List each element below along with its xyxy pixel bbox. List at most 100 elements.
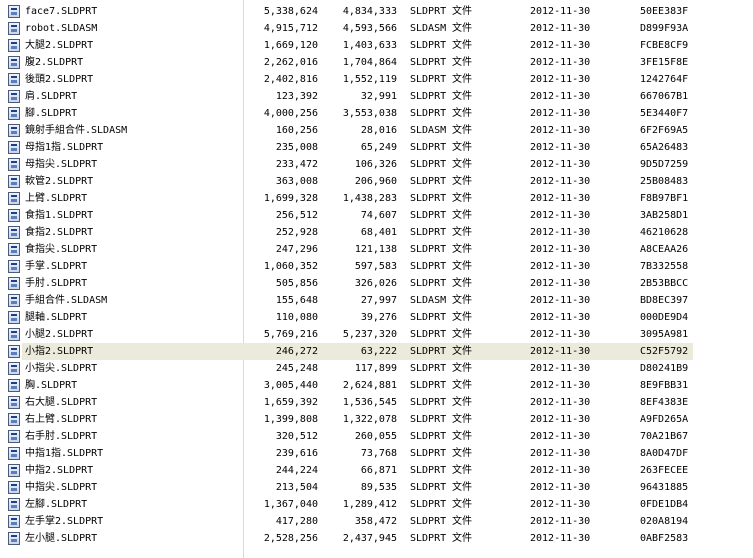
modified-date: 2012-11-30 xyxy=(530,431,591,442)
file-row[interactable]: 中指2.SLDPRT 244,224 66,871 SLDPRT 2012-11-30 2… xyxy=(0,462,753,479)
file-name: 母指1指.SLDPRT xyxy=(25,142,104,153)
file-type: SLDPRT xyxy=(410,346,447,357)
file-row[interactable]: 手組合件.SLDASM 155,648 27,997 SLDASM 2012-11-30… xyxy=(0,292,753,309)
file-row[interactable]: 母指尖.SLDPRT 233,472 106,326 SLDPRT 2012-11-30… xyxy=(0,156,753,173)
packed-size: 2,437,945 xyxy=(342,533,397,544)
sldprt-file-icon xyxy=(8,90,20,103)
file-size: 256,512 xyxy=(275,210,318,221)
file-row[interactable]: 右手肘.SLDPRT 320,512 260,055 SLDPRT 2012-11-30… xyxy=(0,428,753,445)
file-type-label: 文件 xyxy=(452,414,472,425)
file-row[interactable]: 胸.SLDPRT 3,005,440 2,624,881 SLDPRT 2012-11-… xyxy=(0,377,753,394)
file-type: SLDPRT xyxy=(410,397,447,408)
sldprt-file-icon xyxy=(8,430,20,443)
file-size: 5,338,624 xyxy=(263,6,318,17)
file-size: 213,504 xyxy=(275,482,318,493)
file-row[interactable]: 上臂.SLDPRT 1,699,328 1,438,283 SLDPRT 2012-11… xyxy=(0,190,753,207)
file-type: SLDPRT xyxy=(410,210,447,221)
file-row[interactable]: 腳.SLDPRT 4,000,256 3,553,038 SLDPRT 2012-11-… xyxy=(0,105,753,122)
file-type: SLDPRT xyxy=(410,431,447,442)
file-row[interactable]: 中指尖.SLDPRT 213,504 89,535 SLDPRT 2012-11-30 9… xyxy=(0,479,753,496)
file-row[interactable]: 中指1指.SLDPRT 239,616 73,768 SLDPRT 2012-11-30… xyxy=(0,445,753,462)
file-row[interactable]: 大腿2.SLDPRT 1,669,120 1,403,633 SLDPRT 2012-1… xyxy=(0,37,753,54)
crc-value: 70A21B67 xyxy=(640,431,689,442)
file-row[interactable]: 小指2.SLDPRT 246,272 63,222 SLDPRT 2012-11-30 C… xyxy=(0,343,753,360)
file-type: SLDPRT xyxy=(410,465,447,476)
file-row[interactable]: 母指1指.SLDPRT 235,008 65,249 SLDPRT 2012-11-30… xyxy=(0,139,753,156)
sldprt-file-icon xyxy=(8,56,20,69)
file-row[interactable]: 手掌.SLDPRT 1,060,352 597,583 SLDPRT 2012-11-3… xyxy=(0,258,753,275)
file-row[interactable]: face7.SLDPRT 5,338,624 4,834,333 SLDPRT 2012… xyxy=(0,3,753,20)
sldprt-file-icon xyxy=(8,345,20,358)
crc-value: FCBE8CF9 xyxy=(640,40,689,51)
file-size: 5,769,216 xyxy=(263,329,318,340)
packed-size: 73,768 xyxy=(360,448,397,459)
file-name: 手組合件.SLDASM xyxy=(25,295,108,306)
modified-date: 2012-11-30 xyxy=(530,40,591,51)
file-name: 小指2.SLDPRT xyxy=(25,346,94,357)
file-row[interactable]: 小腿2.SLDPRT 5,769,216 5,237,320 SLDPRT 2012-1… xyxy=(0,326,753,343)
packed-size: 106,326 xyxy=(354,159,397,170)
modified-date: 2012-11-30 xyxy=(530,312,591,323)
file-row[interactable]: 軟管2.SLDPRT 363,008 206,960 SLDPRT 2012-11-30… xyxy=(0,173,753,190)
file-row[interactable]: 腹2.SLDPRT 2,262,016 1,704,864 SLDPRT 2012-11… xyxy=(0,54,753,71)
sldprt-file-icon xyxy=(8,192,20,205)
file-row[interactable]: 左腳.SLDPRT 1,367,040 1,289,412 SLDPRT 2012-11… xyxy=(0,496,753,513)
modified-date: 2012-11-30 xyxy=(530,193,591,204)
sldprt-file-icon xyxy=(8,243,20,256)
file-row[interactable]: 食指尖.SLDPRT 247,296 121,138 SLDPRT 2012-11-30… xyxy=(0,241,753,258)
file-name: 大腿2.SLDPRT xyxy=(25,40,94,51)
packed-size: 68,401 xyxy=(360,227,397,238)
file-row[interactable]: 腿軸.SLDPRT 110,080 39,276 SLDPRT 2012-11-30 00… xyxy=(0,309,753,326)
file-name: 右上臂.SLDPRT xyxy=(25,414,98,425)
packed-size: 1,438,283 xyxy=(342,193,397,204)
file-row[interactable]: 後頭2.SLDPRT 2,402,816 1,552,119 SLDPRT 2012-1… xyxy=(0,71,753,88)
file-row[interactable]: 鏡射手組合件.SLDASM 160,256 28,016 SLDASM 2012-11-… xyxy=(0,122,753,139)
modified-date: 2012-11-30 xyxy=(530,363,591,374)
packed-size: 63,222 xyxy=(360,346,397,357)
file-row[interactable]: 食指2.SLDPRT 252,928 68,401 SLDPRT 2012-11-30 4… xyxy=(0,224,753,241)
file-type-label: 文件 xyxy=(452,57,472,68)
file-size: 2,528,256 xyxy=(263,533,318,544)
file-size: 2,262,016 xyxy=(263,57,318,68)
file-size: 4,000,256 xyxy=(263,108,318,119)
packed-size: 117,899 xyxy=(354,363,397,374)
modified-date: 2012-11-30 xyxy=(530,295,591,306)
file-name: 小指尖.SLDPRT xyxy=(25,363,98,374)
file-row[interactable]: 食指1.SLDPRT 256,512 74,607 SLDPRT 2012-11-30 3… xyxy=(0,207,753,224)
file-type: SLDASM xyxy=(410,23,447,34)
file-size: 3,005,440 xyxy=(263,380,318,391)
packed-size: 39,276 xyxy=(360,312,397,323)
sldprt-file-icon xyxy=(8,362,20,375)
sldprt-file-icon xyxy=(8,260,20,273)
crc-value: 3095A981 xyxy=(640,329,689,340)
crc-value: A9FD265A xyxy=(640,414,689,425)
file-row[interactable]: robot.SLDASM 4,915,712 4,593,566 SLDASM 2012… xyxy=(0,20,753,37)
file-name: 手肘.SLDPRT xyxy=(25,278,88,289)
file-type-label: 文件 xyxy=(452,516,472,527)
file-type-label: 文件 xyxy=(452,6,472,17)
modified-date: 2012-11-30 xyxy=(530,108,591,119)
file-type-label: 文件 xyxy=(452,261,472,272)
sldasm-file-icon xyxy=(8,294,20,307)
file-type: SLDPRT xyxy=(410,482,447,493)
file-type: SLDPRT xyxy=(410,516,447,527)
file-name: 食指1.SLDPRT xyxy=(25,210,94,221)
file-row[interactable]: 左小腿.SLDPRT 2,528,256 2,437,945 SLDPRT 2012-1… xyxy=(0,530,753,547)
file-row[interactable]: 左手掌2.SLDPRT 417,280 358,472 SLDPRT 2012-11-3… xyxy=(0,513,753,530)
file-row[interactable]: 肩.SLDPRT 123,392 32,991 SLDPRT 2012-11-30 667… xyxy=(0,88,753,105)
file-size: 246,272 xyxy=(275,346,318,357)
file-row[interactable]: 手肘.SLDPRT 505,856 326,026 SLDPRT 2012-11-30 2… xyxy=(0,275,753,292)
file-row[interactable]: 小指尖.SLDPRT 245,248 117,899 SLDPRT 2012-11-30… xyxy=(0,360,753,377)
file-name: 左腳.SLDPRT xyxy=(25,499,88,510)
modified-date: 2012-11-30 xyxy=(530,244,591,255)
file-type: SLDPRT xyxy=(410,91,447,102)
file-row[interactable]: 右大腿.SLDPRT 1,659,392 1,536,545 SLDPRT 2012-1… xyxy=(0,394,753,411)
file-type-label: 文件 xyxy=(452,125,472,136)
file-type-label: 文件 xyxy=(452,431,472,442)
packed-size: 4,593,566 xyxy=(342,23,397,34)
file-row[interactable]: 右上臂.SLDPRT 1,399,808 1,322,078 SLDPRT 2012-1… xyxy=(0,411,753,428)
packed-size: 1,704,864 xyxy=(342,57,397,68)
file-type-label: 文件 xyxy=(452,91,472,102)
modified-date: 2012-11-30 xyxy=(530,380,591,391)
packed-size: 1,403,633 xyxy=(342,40,397,51)
